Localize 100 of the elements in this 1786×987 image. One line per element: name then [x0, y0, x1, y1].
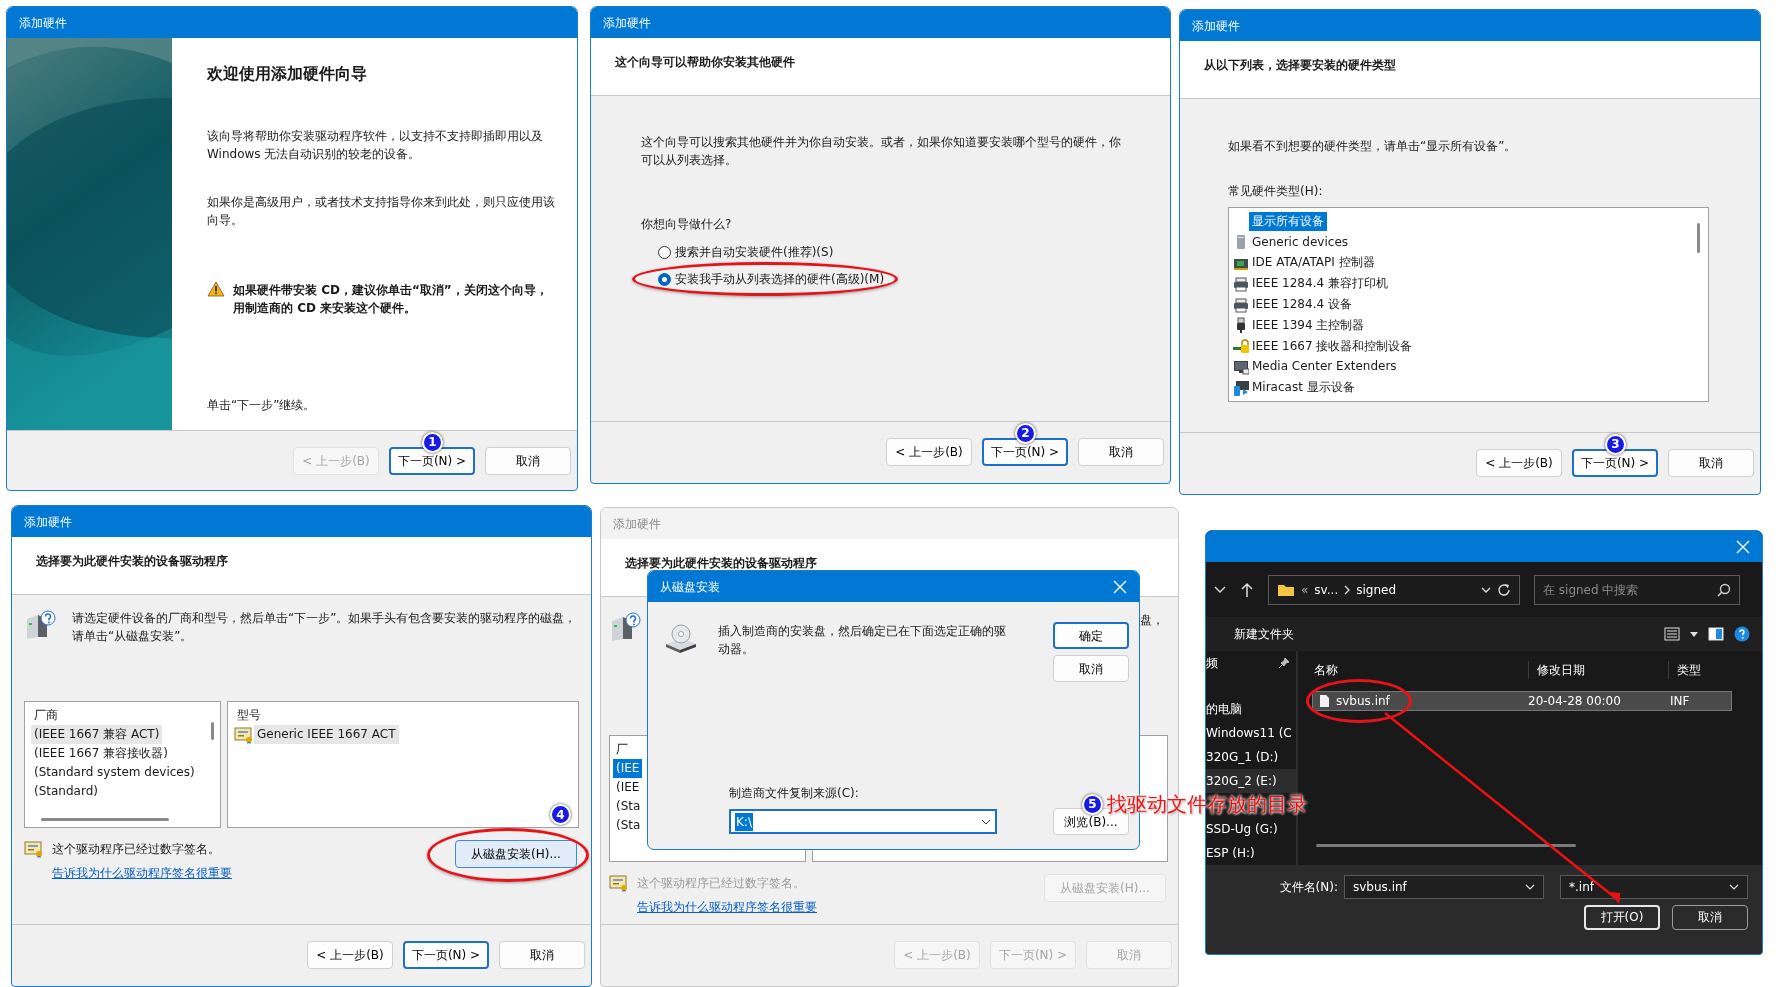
paragraph: 该向导将帮助你安装驱动程序软件，以支持不支持即插即用以及 Windows 无法自动识别的较老的设备。 [207, 128, 544, 163]
chevron-down-icon [1729, 883, 1739, 890]
list-item[interactable]: Generic devices [1249, 232, 1352, 252]
page-heading: 选择要为此硬件安装的设备驱动程序 [625, 556, 817, 570]
back-button[interactable]: < 上一步(B) [307, 940, 393, 969]
disc-drive-icon [664, 622, 698, 654]
field-label: 文件名(N): [1279, 878, 1338, 896]
nav-item[interactable]: SSD-Ug (G:) [1206, 816, 1296, 841]
list-item[interactable]: (Sta [613, 816, 644, 835]
install-from-disk-button[interactable]: 从磁盘安装(H)... [455, 840, 577, 868]
help-link[interactable]: 告诉我为什么驱动程序签名很重要 [637, 898, 817, 916]
cancel-button[interactable]: 取消 [1672, 904, 1748, 930]
nav-item[interactable]: 频 [1206, 650, 1296, 675]
list-item[interactable]: (Sta [613, 797, 644, 816]
page-heading: 选择要为此硬件安装的设备驱动程序 [36, 554, 228, 568]
caret-down-icon[interactable] [1690, 631, 1698, 637]
refresh-icon[interactable] [1497, 582, 1511, 597]
chevron-down-icon[interactable] [1481, 586, 1491, 593]
list-item[interactable]: 显示所有设备 [1249, 211, 1327, 231]
help-link[interactable]: 告诉我为什么驱动程序签名很重要 [52, 864, 232, 882]
close-icon[interactable] [1113, 579, 1127, 594]
list-item[interactable]: (Standard system devices) [31, 763, 198, 782]
address-bar[interactable]: « sv... signed [1268, 574, 1520, 605]
breadcrumb-item[interactable]: signed [1356, 580, 1397, 599]
list-item[interactable]: Miracast 显示设备 [1249, 378, 1358, 398]
next-button[interactable]: 下一页(N) > [403, 940, 489, 969]
padlock-icon [1233, 338, 1249, 355]
scrollbar-thumb[interactable] [1697, 223, 1700, 253]
close-icon[interactable] [1736, 539, 1750, 554]
cancel-button[interactable]: 取消 [499, 940, 585, 969]
breadcrumb-separator: « [1301, 581, 1309, 599]
nav-item[interactable]: Windows11 (C [1206, 720, 1296, 745]
scrollbar-thumb[interactable] [41, 818, 169, 821]
column-header[interactable]: 类型 [1668, 660, 1728, 679]
next-button[interactable]: 下一页(N) > [982, 437, 1068, 466]
list-item[interactable]: (IEEE 1667 兼容 ACT) [31, 725, 163, 744]
cancel-button[interactable]: 取消 [1668, 448, 1754, 477]
list-item[interactable]: Generic IEEE 1667 ACT [254, 725, 399, 744]
list-item[interactable]: (IEE [613, 759, 643, 778]
list-item[interactable]: IEEE 1284.4 设备 [1249, 295, 1355, 315]
warning-text: 如果硬件带安装 CD，建议你单击“取消”，关闭这个向导，用制造商的 CD 来安装这个硬件。 [233, 282, 549, 317]
preview-pane-icon[interactable] [1708, 627, 1724, 642]
paragraph: 如果看不到想要的硬件类型，请单击“显示所有设备”。 [1228, 138, 1518, 155]
next-button[interactable]: 下一页(N) > [1572, 448, 1658, 477]
new-folder-button[interactable]: 新建文件夹 [1234, 625, 1469, 644]
list-item[interactable]: IDE ATA/ATAPI 控制器 [1249, 253, 1378, 273]
scrollbar-thumb[interactable] [211, 722, 214, 740]
column-header: 厂 [615, 741, 629, 758]
window-title: 添加硬件 [24, 513, 72, 531]
list-item[interactable]: Media Center Extenders [1249, 357, 1400, 377]
source-path-combobox[interactable]: K:\ [729, 809, 997, 834]
list-item[interactable]: IEEE 1667 接收器和控制设备 [1249, 336, 1416, 356]
open-button[interactable]: 打开(O) [1584, 904, 1660, 930]
document-icon [1319, 693, 1330, 708]
window-title: 添加硬件 [19, 14, 67, 32]
question-text: 你想向导做什么? [641, 216, 733, 233]
window-title: 添加硬件 [603, 14, 651, 32]
file-type: INF [1670, 692, 1690, 710]
chevron-right-icon [1344, 584, 1351, 595]
radio-label[interactable]: 安装我手动从列表选择的硬件(高级)(M) [675, 270, 885, 288]
chevron-down-icon[interactable] [1214, 585, 1226, 594]
file-date: 20-04-28 00:00 [1528, 692, 1622, 710]
radio-button[interactable] [658, 272, 671, 286]
list-item[interactable]: IEEE 1394 主控制器 [1249, 315, 1368, 335]
search-field[interactable]: 在 signed 中搜索 [1534, 574, 1740, 605]
file-name-combobox[interactable]: svbus.inf [1344, 874, 1544, 899]
back-button[interactable]: < 上一步(B) [886, 437, 972, 466]
scrollbar-thumb[interactable] [1316, 843, 1576, 847]
radio-button[interactable] [658, 245, 671, 259]
back-button[interactable]: < 上一步(B) [1476, 448, 1562, 477]
cancel-button[interactable]: 取消 [1053, 655, 1129, 682]
drive-help-icon [609, 611, 641, 643]
list-item[interactable]: (IEEE 1667 兼容接收器) [31, 744, 171, 763]
dialog-message: 插入制造商的安装盘，然后确定已在下面选定正确的驱动器。 [718, 623, 1007, 658]
file-type-combobox[interactable]: *.inf [1560, 874, 1748, 899]
list-item[interactable]: (IEE [613, 778, 643, 797]
next-button[interactable]: 下一页(N) > [389, 446, 475, 475]
nav-item[interactable]: ESP (H:) [1206, 840, 1296, 865]
step-number-badge: 2 [1015, 422, 1036, 444]
column-header[interactable]: 修改日期 [1528, 660, 1668, 679]
list-item[interactable]: IEEE 1284.4 兼容打印机 [1249, 274, 1391, 294]
cancel-button[interactable]: 取消 [1078, 437, 1164, 466]
list-view-icon[interactable] [1664, 627, 1680, 642]
help-icon[interactable] [1734, 626, 1750, 643]
cancel-button[interactable]: 取消 [485, 446, 571, 475]
radio-label[interactable]: 搜索并自动安装硬件(推荐)(S) [675, 243, 834, 261]
page-heading: 这个向导可以帮助你安装其他硬件 [615, 55, 795, 69]
search-icon [1717, 582, 1731, 597]
nav-item[interactable]: 的电脑 [1206, 696, 1296, 721]
file-row[interactable]: svbus.inf 20-04-28 00:00 INF [1312, 690, 1732, 711]
breadcrumb-item[interactable]: sv... [1314, 580, 1339, 599]
column-header[interactable]: 名称 [1298, 660, 1528, 679]
nav-item[interactable]: 320G_2 (E:) [1206, 768, 1296, 793]
paragraph: 如果你是高级用户，或者技术支持指导你来到此处，则只应使用该向导。 [207, 194, 555, 229]
list-item[interactable]: (Standard) [31, 782, 101, 801]
warning-icon [207, 281, 225, 297]
up-arrow-icon[interactable] [1240, 581, 1254, 598]
nav-item[interactable]: 320G_1 (D:) [1206, 744, 1296, 769]
ok-button[interactable]: 确定 [1053, 622, 1129, 649]
certificate-icon [609, 874, 629, 892]
